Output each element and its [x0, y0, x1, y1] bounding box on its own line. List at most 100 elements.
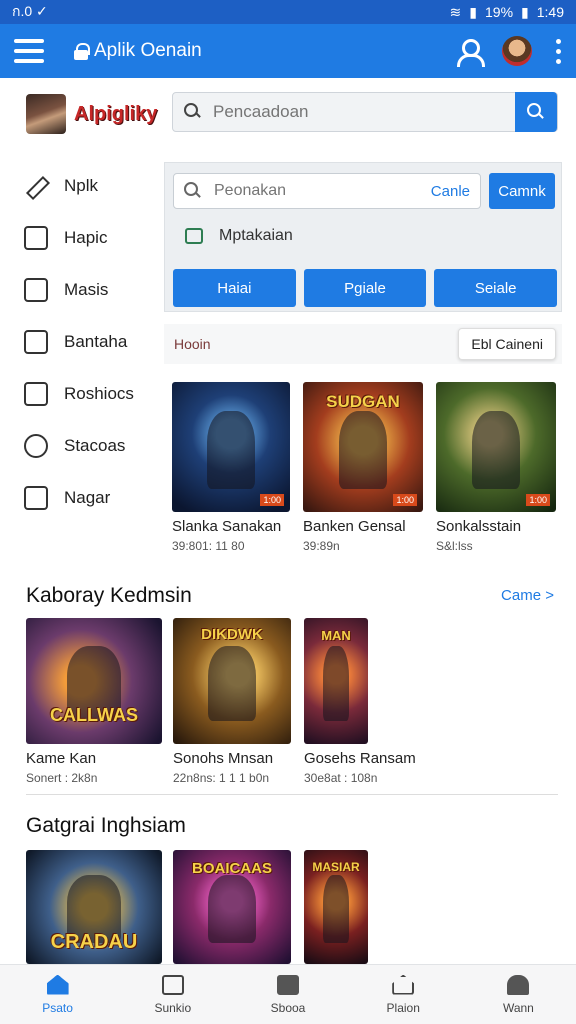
game-cover: SUDGAN 1:00 — [303, 382, 423, 512]
game-cover: 1:00 — [436, 382, 556, 512]
bottom-nav: Psato Sunkio Sbooa Plaion Wann — [0, 964, 576, 1024]
profile-avatar — [26, 94, 66, 134]
avatar[interactable] — [502, 36, 532, 66]
game-cover: DIKDWK — [173, 618, 291, 744]
status-left: ก.0 ✓ — [12, 3, 48, 19]
wifi-icon: ≋ — [449, 3, 462, 20]
game-card[interactable]: MAN Gosehs Ransam 30e8at : 108n — [304, 618, 416, 785]
game-cover: 1:00 — [172, 382, 290, 512]
menu-icon[interactable] — [14, 39, 44, 63]
status-bar: ก.0 ✓ ≋ ▮ 19% ▮ 1:49 — [0, 0, 576, 24]
person-icon — [507, 974, 530, 995]
search-icon — [527, 103, 545, 121]
game-cover: CRADAU — [26, 850, 162, 964]
panel-tabs: Haiai Pgiale Seiale — [173, 269, 558, 307]
nav-wann[interactable]: Wann — [461, 965, 576, 1024]
sidebar-item-nagar[interactable]: Nagar — [24, 472, 164, 524]
nav-label: Sunkio — [154, 1000, 192, 1015]
panel-search-input[interactable] — [214, 182, 431, 200]
edit-button[interactable]: Ebl Caineni — [458, 328, 556, 360]
game-subtitle: S&l:lss — [436, 539, 473, 553]
sidebar-item-label: Nplk — [64, 176, 99, 195]
nav-sunkio[interactable]: Sunkio — [115, 965, 230, 1024]
sidebar-item-bantaha[interactable]: Bantaha — [24, 316, 164, 368]
clock: 1:49 — [536, 4, 564, 20]
profile-name: Alpigliky — [74, 102, 158, 125]
game-title: Sonkalsstain — [436, 518, 522, 535]
grid-icon — [24, 330, 48, 354]
game-card[interactable]: CALLWAS Kame Kan Sonert : 2k8n — [26, 618, 162, 785]
game-cover: BOAICAAS — [173, 850, 291, 964]
nav-sbooa[interactable]: Sbooa — [230, 965, 345, 1024]
game-cover: CALLWAS — [26, 618, 162, 744]
search-icon — [183, 102, 203, 122]
more-options-icon[interactable] — [556, 38, 562, 64]
game-card[interactable]: 1:00 Slanka Sanakan 39:801: 11 80 — [172, 382, 290, 553]
section-title: Gatgrai Inghsiam — [26, 814, 186, 837]
tab-haiai[interactable]: Haiai — [173, 269, 296, 307]
cancel-link[interactable]: Canle — [431, 183, 470, 200]
game-cover: MASIAR — [304, 850, 368, 964]
game-card[interactable]: CRADAU — [26, 850, 162, 964]
house-icon — [392, 974, 415, 995]
panel-search-field: Canle — [173, 173, 481, 209]
lock-icon — [74, 43, 90, 60]
nav-plaion[interactable]: Plaion — [346, 965, 461, 1024]
game-card[interactable]: 1:00 Sonkalsstain S&l:lss — [436, 382, 556, 553]
sidebar-item-nplk[interactable]: Nplk — [24, 160, 164, 212]
sidebar-item-stacoas[interactable]: Stacoas — [24, 420, 164, 472]
profile[interactable]: Alpigliky — [26, 94, 157, 134]
search-button[interactable] — [515, 92, 557, 132]
game-cover: MAN — [304, 618, 368, 744]
home-icon — [46, 974, 69, 995]
nav-label: Sbooa — [270, 1000, 306, 1015]
sidebar-item-hapic[interactable]: Hapic — [24, 212, 164, 264]
game-title: Sonohs Mnsan — [173, 750, 274, 767]
chat-icon — [185, 228, 203, 244]
nav-label: Psato — [42, 1000, 73, 1015]
panel-hint-label: Mptakaian — [219, 227, 293, 244]
sidebar-item-roshiocs[interactable]: Roshiocs — [24, 368, 164, 420]
box-icon — [277, 974, 299, 995]
sidebar-item-label: Roshiocs — [64, 384, 134, 403]
square-icon — [24, 278, 48, 302]
panel-action-button[interactable]: Camnk — [489, 173, 555, 209]
game-title: Slanka Sanakan — [172, 518, 282, 535]
circle-icon — [24, 434, 48, 458]
sidebar-item-masis[interactable]: Masis — [24, 264, 164, 316]
app-bar: Aplik Oenain — [0, 24, 576, 78]
game-card[interactable]: DIKDWK Sonohs Mnsan 22n8ns: 1 1 1 b0n — [173, 618, 291, 785]
section-title: Kaboray Kedmsin — [26, 584, 192, 607]
game-card[interactable]: MASIAR — [304, 850, 368, 964]
signal-icon: ▮ — [469, 3, 477, 20]
search-icon — [184, 182, 202, 200]
nav-label: Plaion — [386, 1000, 420, 1015]
nav-label: Wann — [502, 1000, 534, 1015]
search-bar — [172, 92, 558, 132]
sidebar-item-label: Bantaha — [64, 332, 128, 351]
nav-home[interactable]: Psato — [0, 965, 115, 1024]
sidebar-item-label: Masis — [64, 280, 109, 299]
game-title: Banken Gensal — [303, 518, 406, 535]
game-subtitle: 30e8at : 108n — [304, 771, 378, 785]
sidebar-item-label: Hapic — [64, 228, 108, 247]
app-title: Aplik Oenain — [94, 40, 202, 61]
game-title: Kame Kan — [26, 750, 97, 767]
sidebar-item-label: Stacoas — [64, 436, 126, 455]
search-panel: Canle Camnk Mptakaian Haiai Pgiale Seial… — [164, 162, 562, 312]
section-label: Hooin — [174, 336, 211, 352]
panel-hint[interactable]: Mptakaian — [185, 227, 293, 245]
tag-icon — [24, 382, 48, 406]
see-more-link[interactable]: Came > — [501, 587, 554, 604]
tab-seiale[interactable]: Seiale — [434, 269, 558, 307]
game-title: Gosehs Ransam — [304, 750, 416, 767]
game-card[interactable]: BOAICAAS — [173, 850, 291, 964]
game-card[interactable]: SUDGAN 1:00 Banken Gensal 39:89n — [303, 382, 423, 553]
folder-icon — [24, 486, 48, 510]
user-icon[interactable] — [454, 37, 485, 67]
sidebar-item-label: Nagar — [64, 488, 111, 507]
tab-pgiale[interactable]: Pgiale — [303, 269, 427, 307]
search-input[interactable] — [213, 102, 515, 122]
game-subtitle: Sonert : 2k8n — [26, 771, 98, 785]
game-subtitle: 22n8ns: 1 1 1 b0n — [173, 771, 270, 785]
